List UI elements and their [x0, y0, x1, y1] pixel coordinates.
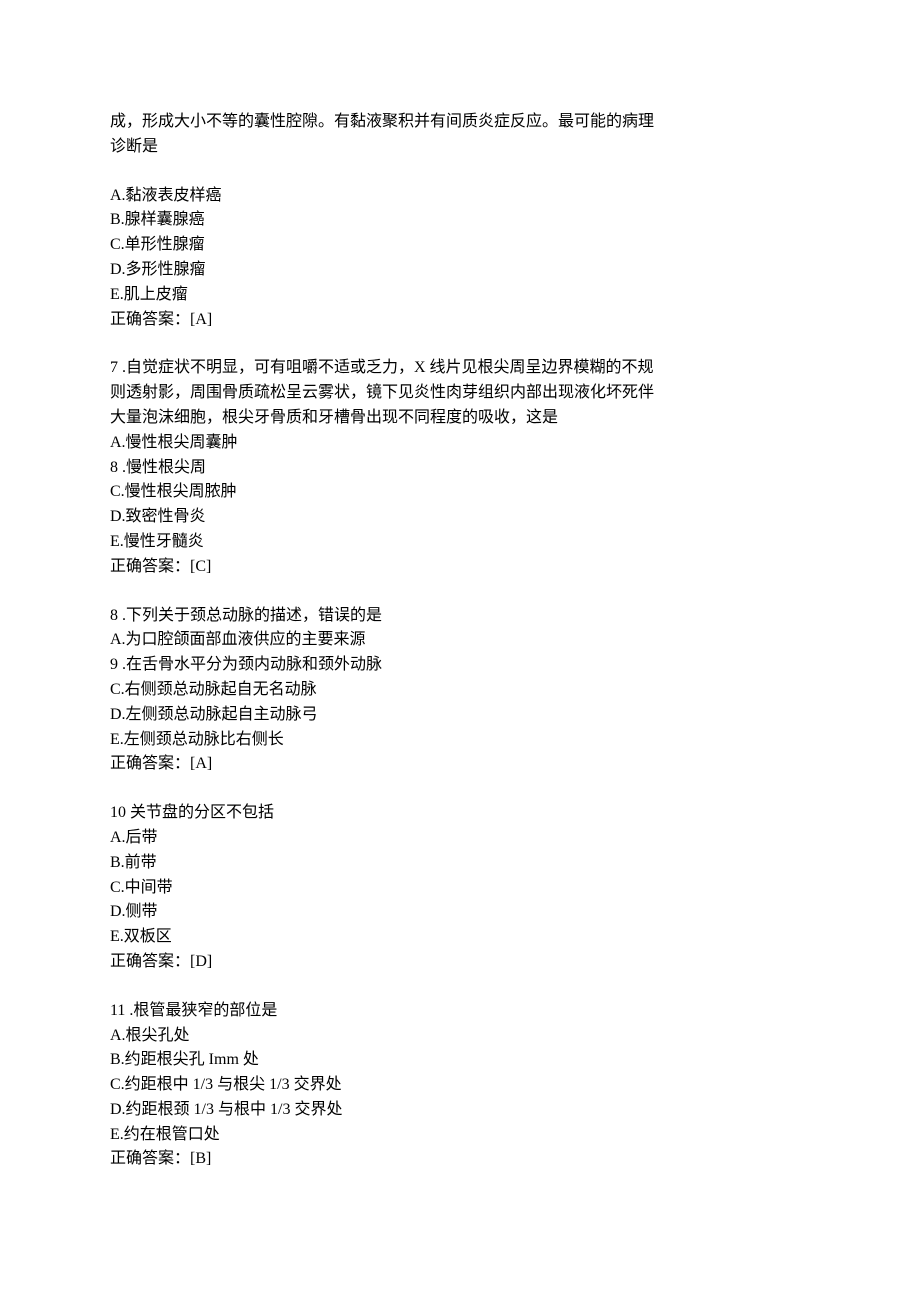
- answer-label: 正确答案：[A]: [110, 752, 810, 777]
- option-c: C.中间带: [110, 876, 810, 901]
- option-a: A.黏液表皮样癌: [110, 184, 810, 209]
- option-e: E.左侧颈总动脉比右侧长: [110, 728, 810, 753]
- option-a: A.为口腔颌面部血液供应的主要来源: [110, 628, 810, 653]
- option-b: B.前带: [110, 851, 810, 876]
- option-c: C.慢性根尖周脓肿: [110, 480, 810, 505]
- question-stem-line: 大量泡沫细胞，根尖牙骨质和牙槽骨出现不同程度的吸收，这是: [110, 406, 810, 431]
- question-10: 10 关节盘的分区不包括 A.后带 B.前带 C.中间带 D.侧带 E.双板区 …: [110, 801, 810, 975]
- option-d: D.侧带: [110, 900, 810, 925]
- option-a: A.根尖孔处: [110, 1024, 810, 1049]
- option-b: 9 .在舌骨水平分为颈内动脉和颈外动脉: [110, 653, 810, 678]
- option-b: B.腺样囊腺癌: [110, 208, 810, 233]
- question-stem-line: 10 关节盘的分区不包括: [110, 801, 810, 826]
- option-a: A.后带: [110, 826, 810, 851]
- question-stem-line: 则透射影，周围骨质疏松呈云雾状，镜下见炎性肉芽组织内部出现液化坏死伴: [110, 381, 810, 406]
- question-6-options: A.黏液表皮样癌 B.腺样囊腺癌 C.单形性腺瘤 D.多形性腺瘤 E.肌上皮瘤 …: [110, 184, 810, 333]
- question-stem-line: 11 .根管最狭窄的部位是: [110, 999, 810, 1024]
- answer-label: 正确答案：[D]: [110, 950, 810, 975]
- option-c: C.右侧颈总动脉起自无名动脉: [110, 678, 810, 703]
- option-d: D.约距根颈 1/3 与根中 1/3 交界处: [110, 1098, 810, 1123]
- option-d: D.致密性骨炎: [110, 505, 810, 530]
- answer-label: 正确答案：[A]: [110, 308, 810, 333]
- page-content: 成，形成大小不等的囊性腔隙。有黏液聚积并有间质炎症反应。最可能的病理 诊断是 A…: [0, 0, 920, 1301]
- question-6: 成，形成大小不等的囊性腔隙。有黏液聚积并有间质炎症反应。最可能的病理 诊断是: [110, 110, 810, 160]
- option-e: E.慢性牙髓炎: [110, 530, 810, 555]
- option-c: C.单形性腺瘤: [110, 233, 810, 258]
- option-e: E.约在根管口处: [110, 1123, 810, 1148]
- question-stem-line: 8 .下列关于颈总动脉的描述，错误的是: [110, 604, 810, 629]
- option-e: E.双板区: [110, 925, 810, 950]
- question-8: 8 .下列关于颈总动脉的描述，错误的是 A.为口腔颌面部血液供应的主要来源 9 …: [110, 604, 810, 778]
- option-d: D.左侧颈总动脉起自主动脉弓: [110, 703, 810, 728]
- answer-label: 正确答案：[C]: [110, 555, 810, 580]
- question-stem-line: 诊断是: [110, 135, 810, 160]
- option-a: A.慢性根尖周囊肿: [110, 431, 810, 456]
- option-b: B.约距根尖孔 Imm 处: [110, 1048, 810, 1073]
- question-7: 7 .自觉症状不明显，可有咀嚼不适或乏力，X 线片见根尖周呈边界模糊的不规 则透…: [110, 356, 810, 579]
- question-stem-line: 成，形成大小不等的囊性腔隙。有黏液聚积并有间质炎症反应。最可能的病理: [110, 110, 810, 135]
- answer-label: 正确答案：[B]: [110, 1147, 810, 1172]
- question-stem-line: 7 .自觉症状不明显，可有咀嚼不适或乏力，X 线片见根尖周呈边界模糊的不规: [110, 356, 810, 381]
- question-11: 11 .根管最狭窄的部位是 A.根尖孔处 B.约距根尖孔 Imm 处 C.约距根…: [110, 999, 810, 1173]
- option-b: 8 .慢性根尖周: [110, 456, 810, 481]
- option-d: D.多形性腺瘤: [110, 258, 810, 283]
- option-e: E.肌上皮瘤: [110, 283, 810, 308]
- option-c: C.约距根中 1/3 与根尖 1/3 交界处: [110, 1073, 810, 1098]
